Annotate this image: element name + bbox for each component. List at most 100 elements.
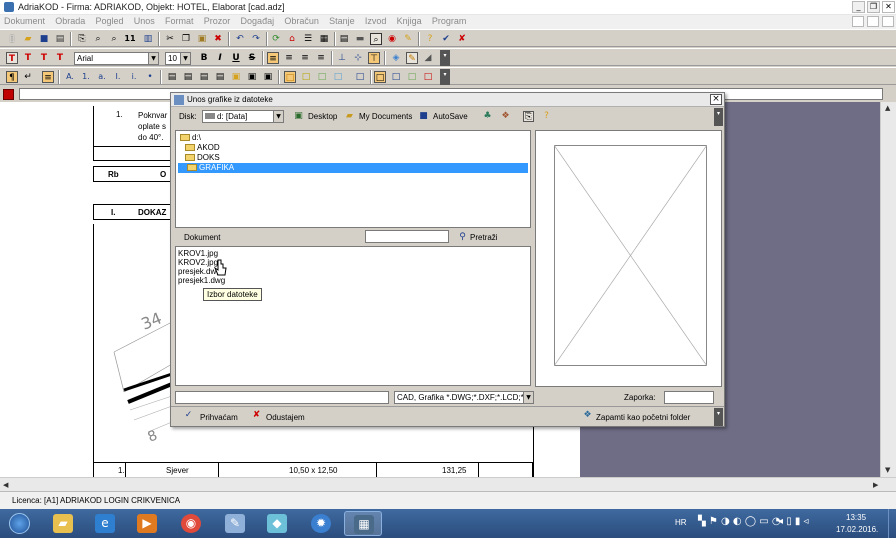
text-style-2-icon[interactable]: T: [22, 52, 34, 64]
help-icon[interactable]: ?: [541, 111, 552, 122]
color-box-2-icon[interactable]: □: [390, 71, 402, 83]
valign-middle-icon[interactable]: ⊹: [352, 52, 364, 64]
toolbar3-overflow-icon[interactable]: ▾: [440, 69, 450, 85]
target-icon[interactable]: ◉: [386, 33, 398, 45]
cut-icon[interactable]: ✂: [164, 33, 176, 45]
indent-4-icon[interactable]: ▤: [214, 71, 226, 83]
remember-folder-button[interactable]: Zapamti kao početni folder: [596, 413, 690, 422]
fill-color-icon[interactable]: ◈: [390, 52, 402, 64]
indent-1-icon[interactable]: ▤: [166, 71, 178, 83]
doc-minimize-button[interactable]: [852, 16, 864, 27]
menu-dogadaj[interactable]: Događaj: [237, 15, 279, 26]
justify-icon[interactable]: ≡: [315, 52, 327, 64]
start-button[interactable]: [4, 511, 34, 536]
align-right-icon[interactable]: ≡: [299, 52, 311, 64]
list-1-icon[interactable]: 1.: [80, 71, 92, 83]
file-item[interactable]: presjek1.dwg: [178, 276, 225, 285]
disk-select[interactable]: d: [Data] ▼: [202, 110, 284, 123]
color-box-3-icon[interactable]: □: [406, 71, 418, 83]
bold-button[interactable]: B: [198, 52, 210, 64]
text-style-3-icon[interactable]: T: [38, 52, 50, 64]
redo-icon[interactable]: ↷: [250, 33, 262, 45]
accept-button[interactable]: Prihvaćam: [200, 413, 238, 422]
form-icon[interactable]: ▤: [338, 33, 350, 45]
toolbar-overflow-icon[interactable]: ▾: [440, 50, 450, 66]
menu-unos[interactable]: Unos: [130, 15, 159, 26]
taskbar-paint[interactable]: ✎: [216, 511, 254, 536]
paste-icon[interactable]: ▣: [196, 33, 208, 45]
show-desktop-button[interactable]: [888, 509, 896, 538]
filename-input[interactable]: [175, 391, 389, 404]
text-style-4-icon[interactable]: T: [54, 52, 66, 64]
tree-icon[interactable]: ♣: [482, 111, 493, 122]
find-icon[interactable]: ⌕: [92, 33, 104, 45]
copy-icon[interactable]: ❐: [180, 33, 192, 45]
scroll-down-icon[interactable]: ▼: [885, 466, 890, 474]
search-doc-icon[interactable]: ⌕: [370, 33, 382, 45]
pen-icon[interactable]: ✎: [406, 52, 418, 64]
indent-3-icon[interactable]: ▤: [198, 71, 210, 83]
color-box-4-icon[interactable]: □: [422, 71, 434, 83]
check-icon[interactable]: ✔: [440, 33, 452, 45]
menu-obracun[interactable]: Obračun: [280, 15, 323, 26]
scroll-up-icon[interactable]: ▲: [885, 104, 890, 112]
paragraph-icon[interactable]: ¶: [6, 71, 18, 83]
scroll-right-icon[interactable]: ▶: [873, 481, 878, 489]
open-icon[interactable]: ▰: [22, 33, 34, 45]
eraser-icon[interactable]: ◢: [422, 52, 434, 64]
list-icon[interactable]: ☰: [302, 33, 314, 45]
network-icon[interactable]: ❖: [500, 111, 511, 122]
break-icon[interactable]: ↵: [22, 71, 34, 83]
valign-top-icon[interactable]: ⊤: [368, 52, 380, 64]
dokument-search-input[interactable]: [365, 230, 449, 243]
taskbar-adriakod[interactable]: ▦: [344, 511, 382, 536]
help-icon[interactable]: ?: [424, 33, 436, 45]
minimize-button[interactable]: _: [852, 1, 865, 13]
valign-bottom-icon[interactable]: ⊥: [336, 52, 348, 64]
vertical-scrollbar[interactable]: ▲ ▼: [880, 102, 896, 477]
taskbar-explorer[interactable]: ▰: [44, 511, 82, 536]
red-square-icon[interactable]: [3, 89, 14, 100]
frame-1-icon[interactable]: ▣: [230, 71, 242, 83]
indent-2-icon[interactable]: ▤: [182, 71, 194, 83]
undo-icon[interactable]: ↶: [234, 33, 246, 45]
menu-format[interactable]: Format: [161, 15, 198, 26]
network-volume-icons[interactable]: ◂ ▯ ▮ ◃: [778, 516, 809, 527]
desktop-button[interactable]: Desktop: [308, 112, 337, 121]
text-style-1-icon[interactable]: T: [6, 52, 18, 64]
folder-item-selected[interactable]: GRAFIKA: [178, 163, 528, 173]
save-icon[interactable]: ■: [38, 33, 50, 45]
menu-dokument[interactable]: Dokument: [0, 15, 49, 26]
close-button[interactable]: ✕: [882, 1, 895, 13]
password-input[interactable]: [664, 391, 714, 404]
scroll-left-icon[interactable]: ◀: [3, 481, 8, 489]
doc-close-button[interactable]: [882, 16, 894, 27]
horizontal-scrollbar[interactable]: ◀ ▶: [0, 477, 896, 491]
my-documents-button[interactable]: My Documents: [359, 112, 412, 121]
folder-item[interactable]: d:\: [180, 133, 201, 143]
taskbar-sunrise[interactable]: ✹: [302, 511, 340, 536]
frame-2-icon[interactable]: ▣: [246, 71, 258, 83]
italic-button[interactable]: I: [214, 52, 226, 64]
menu-prozor[interactable]: Prozor: [200, 15, 235, 26]
home-icon[interactable]: ⌂: [286, 33, 298, 45]
zoom-icon[interactable]: ⌕: [108, 33, 120, 45]
refresh-icon[interactable]: ⟳: [270, 33, 282, 45]
dialog-close-button[interactable]: ×: [710, 94, 722, 105]
taskbar-app[interactable]: ◆: [258, 511, 296, 536]
file-item[interactable]: KROV1.jpg: [178, 249, 218, 258]
folder-item[interactable]: DOKS: [185, 153, 220, 163]
menu-obrada[interactable]: Obrada: [51, 15, 89, 26]
grid-icon[interactable]: ▦: [318, 33, 330, 45]
menu-pogled[interactable]: Pogled: [92, 15, 128, 26]
border-box-1-icon[interactable]: □: [284, 71, 296, 83]
strike-button[interactable]: S: [246, 52, 258, 64]
menu-knjiga[interactable]: Knjiga: [393, 15, 426, 26]
list-lower-roman-icon[interactable]: i.: [128, 71, 140, 83]
align-left-icon[interactable]: ≡: [267, 52, 279, 64]
dialog-bottom-overflow-icon[interactable]: ▾: [714, 408, 723, 426]
columns-icon[interactable]: ▥: [142, 33, 154, 45]
taskbar-media[interactable]: ▶: [128, 511, 166, 536]
list-roman-icon[interactable]: I.: [112, 71, 124, 83]
cancel-icon[interactable]: ✘: [456, 33, 468, 45]
